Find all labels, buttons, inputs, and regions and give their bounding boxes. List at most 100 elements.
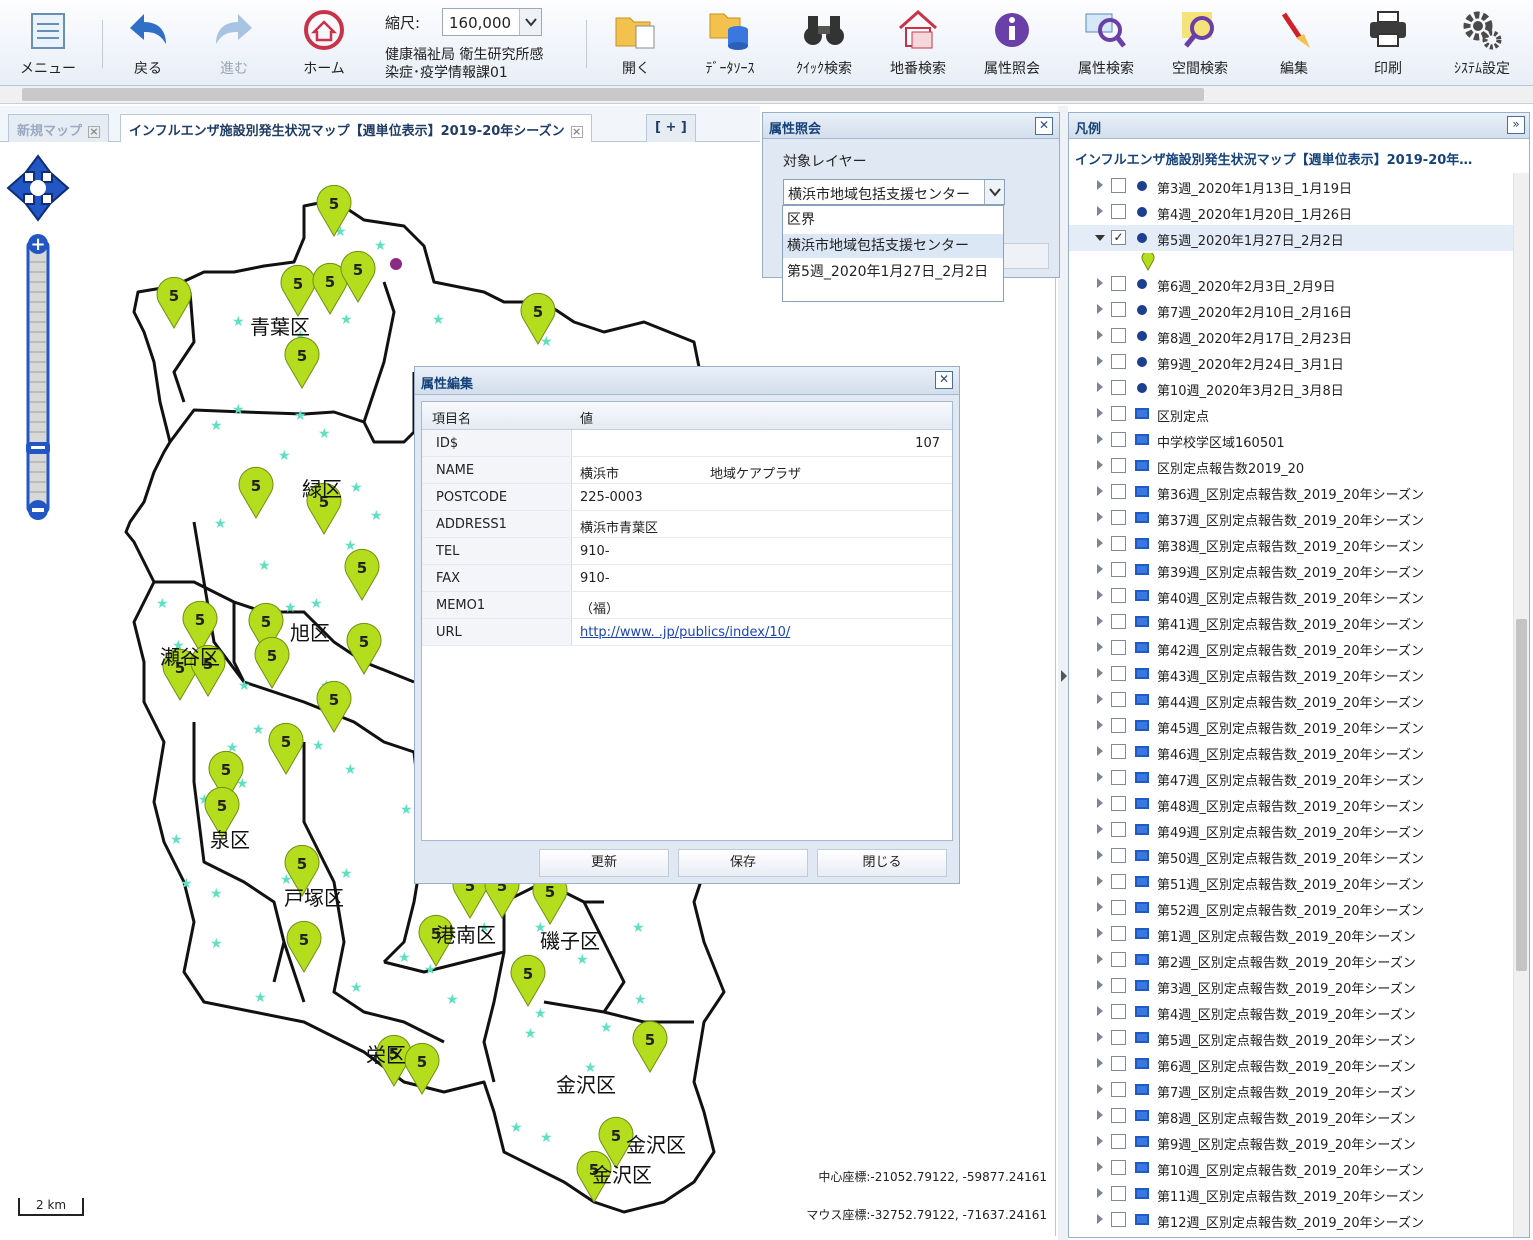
legend-layer-item[interactable]: 第50週_区別定点報告数_2019_20年シーズン bbox=[1069, 843, 1513, 869]
expand-arrow-icon[interactable] bbox=[1097, 278, 1103, 288]
legend-layer-item[interactable]: 第10週_2020年3月2日_3月8日 bbox=[1069, 375, 1513, 401]
field-value[interactable]: （福） bbox=[580, 598, 619, 617]
expand-arrow-icon[interactable] bbox=[1097, 382, 1103, 392]
edit-button[interactable]: 編集 bbox=[1252, 6, 1336, 82]
add-tab-button[interactable]: [ + ] bbox=[646, 114, 696, 142]
outbreak-marker[interactable]: 5 bbox=[238, 466, 274, 519]
lot-search-button[interactable]: 地番検索 bbox=[876, 6, 960, 82]
tab-new-map[interactable]: 新規マップ × bbox=[8, 114, 110, 142]
close-icon[interactable]: ✕ bbox=[935, 371, 953, 389]
legend-layer-item[interactable]: ✓ 第5週_2020年1月27日_2月2日 bbox=[1069, 225, 1513, 251]
layer-checkbox[interactable] bbox=[1111, 718, 1126, 733]
pan-control[interactable] bbox=[6, 154, 70, 222]
legend-layer-item[interactable]: 第8週_区別定点報告数_2019_20年シーズン bbox=[1069, 1103, 1513, 1129]
field-value[interactable]: 225-0003 bbox=[580, 490, 643, 505]
expand-arrow-icon[interactable] bbox=[1097, 180, 1103, 190]
tab-influenza-map[interactable]: インフルエンザ施設別発生状況マップ【週単位表示】2019-20年シーズン × bbox=[120, 114, 592, 143]
legend-layer-item[interactable]: 第9週_2020年2月24日_3月1日 bbox=[1069, 349, 1513, 375]
update-button[interactable]: 更新 bbox=[539, 849, 669, 877]
outbreak-marker[interactable]: 5 bbox=[632, 1020, 668, 1073]
chevron-down-icon[interactable] bbox=[519, 9, 541, 35]
expand-arrow-icon[interactable] bbox=[1097, 850, 1103, 860]
attribute-query-button[interactable]: 属性照会 bbox=[970, 6, 1054, 82]
zoom-slider[interactable]: + bbox=[26, 234, 50, 520]
legend-layer-item[interactable]: 第3週_区別定点報告数_2019_20年シーズン bbox=[1069, 973, 1513, 999]
legend-layer-item[interactable]: 第8週_2020年2月17日_2月23日 bbox=[1069, 323, 1513, 349]
layer-checkbox[interactable] bbox=[1111, 978, 1126, 993]
layer-checkbox[interactable] bbox=[1111, 1030, 1126, 1045]
expand-arrow-icon[interactable] bbox=[1095, 235, 1105, 241]
legend-layer-item[interactable]: 第52週_区別定点報告数_2019_20年シーズン bbox=[1069, 895, 1513, 921]
expand-arrow-icon[interactable] bbox=[1097, 980, 1103, 990]
layer-checkbox[interactable] bbox=[1111, 458, 1126, 473]
expand-arrow-icon[interactable] bbox=[1097, 720, 1103, 730]
expand-arrow-icon[interactable] bbox=[1097, 590, 1103, 600]
legend-layer-item[interactable]: 第37週_区別定点報告数_2019_20年シーズン bbox=[1069, 505, 1513, 531]
table-row[interactable]: URL http://www. .jp/publics/index/10/ bbox=[422, 619, 952, 646]
legend-layer-item[interactable]: 第38週_区別定点報告数_2019_20年シーズン bbox=[1069, 531, 1513, 557]
expand-arrow-icon[interactable] bbox=[1097, 486, 1103, 496]
legend-layer-item[interactable]: 第6週_2020年2月3日_2月9日 bbox=[1069, 271, 1513, 297]
layer-checkbox[interactable] bbox=[1111, 510, 1126, 525]
layer-checkbox[interactable] bbox=[1111, 952, 1126, 967]
outbreak-marker[interactable]: 5 bbox=[156, 276, 192, 329]
layer-checkbox[interactable] bbox=[1111, 666, 1126, 681]
legend-layer-item[interactable]: 第10週_区別定点報告数_2019_20年シーズン bbox=[1069, 1155, 1513, 1181]
layer-checkbox[interactable] bbox=[1111, 380, 1126, 395]
expand-arrow-icon[interactable] bbox=[1097, 1162, 1103, 1172]
expand-arrow-icon[interactable] bbox=[1097, 330, 1103, 340]
expand-arrow-icon[interactable] bbox=[1097, 902, 1103, 912]
layer-checkbox[interactable] bbox=[1111, 536, 1126, 551]
layer-checkbox[interactable] bbox=[1111, 848, 1126, 863]
layer-checkbox[interactable] bbox=[1111, 900, 1126, 915]
expand-arrow-icon[interactable] bbox=[1097, 772, 1103, 782]
layer-checkbox[interactable] bbox=[1111, 1186, 1126, 1201]
legend-layer-item[interactable]: 第42週_区別定点報告数_2019_20年シーズン bbox=[1069, 635, 1513, 661]
expand-arrow-icon[interactable] bbox=[1097, 1110, 1103, 1120]
layer-checkbox[interactable] bbox=[1111, 692, 1126, 707]
expand-arrow-icon[interactable] bbox=[1097, 408, 1103, 418]
layer-checkbox[interactable]: ✓ bbox=[1111, 230, 1126, 245]
layer-checkbox[interactable] bbox=[1111, 822, 1126, 837]
open-button[interactable]: 開く bbox=[594, 6, 678, 82]
layer-checkbox[interactable] bbox=[1111, 926, 1126, 941]
legend-layer-item[interactable]: 第2週_区別定点報告数_2019_20年シーズン bbox=[1069, 947, 1513, 973]
field-value[interactable]: 横浜市 地域ケアプラザ bbox=[580, 463, 801, 482]
layer-checkbox[interactable] bbox=[1111, 640, 1126, 655]
field-value[interactable]: 910- bbox=[580, 544, 610, 559]
attribute-search-button[interactable]: 属性検索 bbox=[1064, 6, 1148, 82]
close-icon[interactable]: × bbox=[570, 126, 583, 138]
expand-arrow-icon[interactable] bbox=[1097, 460, 1103, 470]
legend-layer-item[interactable]: 第47週_区別定点報告数_2019_20年シーズン bbox=[1069, 765, 1513, 791]
datasource-button[interactable]: ﾃﾞｰﾀｿｰｽ bbox=[688, 6, 772, 82]
outbreak-marker[interactable]: 5 bbox=[510, 954, 546, 1007]
legend-layer-item[interactable]: 区別定点 bbox=[1069, 401, 1513, 427]
legend-layer-item[interactable]: 第4週_2020年1月20日_1月26日 bbox=[1069, 199, 1513, 225]
layer-checkbox[interactable] bbox=[1111, 354, 1126, 369]
outbreak-marker[interactable]: 5 bbox=[280, 264, 316, 317]
legend-layer-item[interactable]: 第5週_区別定点報告数_2019_20年シーズン bbox=[1069, 1025, 1513, 1051]
expand-arrow-icon[interactable] bbox=[1097, 1188, 1103, 1198]
legend-layer-item[interactable]: 第4週_区別定点報告数_2019_20年シーズン bbox=[1069, 999, 1513, 1025]
legend-layer-item[interactable]: 中学校学区域160501 bbox=[1069, 427, 1513, 453]
expand-arrow-icon[interactable] bbox=[1097, 824, 1103, 834]
scrollbar-thumb[interactable] bbox=[1516, 619, 1527, 971]
table-row[interactable]: FAX 910- bbox=[422, 565, 952, 592]
legend-layer-item[interactable]: 第6週_区別定点報告数_2019_20年シーズン bbox=[1069, 1051, 1513, 1077]
legend-layer-item[interactable]: 第43週_区別定点報告数_2019_20年シーズン bbox=[1069, 661, 1513, 687]
layer-checkbox[interactable] bbox=[1111, 1056, 1126, 1071]
layer-checkbox[interactable] bbox=[1111, 328, 1126, 343]
expand-arrow-icon[interactable] bbox=[1097, 434, 1103, 444]
expand-arrow-icon[interactable] bbox=[1097, 538, 1103, 548]
table-row[interactable]: MEMO1 （福） bbox=[422, 592, 952, 619]
legend-layer-item[interactable]: 第41週_区別定点報告数_2019_20年シーズン bbox=[1069, 609, 1513, 635]
back-button[interactable]: 戻る bbox=[106, 6, 190, 82]
outbreak-marker[interactable]: 5 bbox=[340, 250, 376, 303]
legend-layer-item[interactable]: 第49週_区別定点報告数_2019_20年シーズン bbox=[1069, 817, 1513, 843]
expand-arrow-icon[interactable] bbox=[1097, 1006, 1103, 1016]
expand-arrow-icon[interactable] bbox=[1097, 512, 1103, 522]
legend-layer-item[interactable]: 第7週_2020年2月10日_2月16日 bbox=[1069, 297, 1513, 323]
outbreak-marker[interactable]: 5 bbox=[344, 548, 380, 601]
collapse-panel-icon[interactable]: » bbox=[1507, 116, 1525, 134]
table-row[interactable]: ID$ 107 bbox=[422, 430, 952, 457]
